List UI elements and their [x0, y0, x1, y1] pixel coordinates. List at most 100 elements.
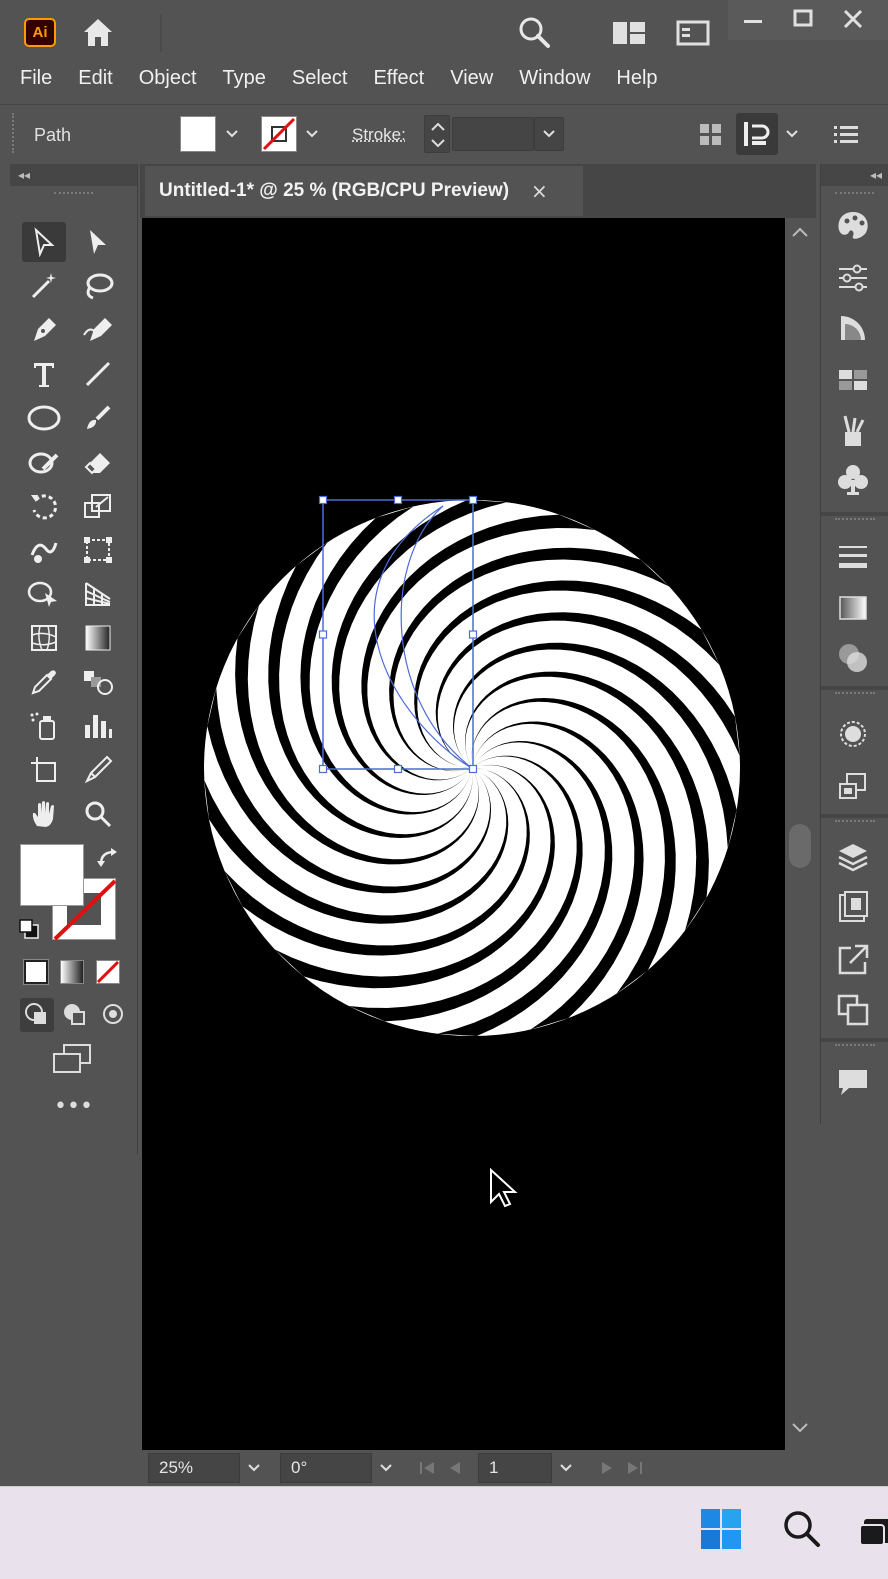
- windows-start-icon[interactable]: [699, 1507, 743, 1551]
- screen-mode-icon[interactable]: [50, 1042, 94, 1076]
- curvature-tool-icon[interactable]: [76, 310, 120, 350]
- selection-handle[interactable]: [320, 766, 327, 773]
- export-panel-icon[interactable]: [835, 942, 871, 978]
- artboards-panel-icon[interactable]: [835, 890, 871, 926]
- fill-swatch[interactable]: [180, 116, 216, 152]
- maximize-icon[interactable]: [792, 8, 814, 30]
- taskbar-search-icon[interactable]: [780, 1507, 824, 1551]
- canvas[interactable]: [142, 218, 785, 1450]
- menu-help[interactable]: Help: [616, 67, 657, 90]
- stroke-dropdown[interactable]: [298, 117, 326, 151]
- zoom-dropdown[interactable]: [240, 1451, 268, 1485]
- artboard-number-field[interactable]: 1: [478, 1453, 552, 1483]
- search-icon[interactable]: [516, 14, 552, 50]
- document-tab-close-icon[interactable]: ×: [531, 179, 548, 203]
- warp-tool-icon[interactable]: [22, 530, 66, 570]
- layers-panel-icon[interactable]: [835, 840, 871, 876]
- panel-dock-grip-4[interactable]: [835, 820, 875, 828]
- gradient-panel-icon[interactable]: [835, 590, 871, 626]
- pen-tool-icon[interactable]: [22, 310, 66, 350]
- panel-menu-icon[interactable]: [834, 123, 858, 145]
- eyedropper-tool-icon[interactable]: [22, 662, 66, 702]
- stroke-weight-dropdown[interactable]: [534, 117, 564, 151]
- shape-builder-tool-icon[interactable]: [22, 574, 66, 614]
- lasso-tool-icon[interactable]: [76, 266, 120, 306]
- close-icon[interactable]: [842, 8, 864, 30]
- menu-window[interactable]: Window: [519, 67, 590, 90]
- blend-tool-icon[interactable]: [76, 662, 120, 702]
- selection-handle[interactable]: [470, 766, 477, 773]
- mesh-tool-icon[interactable]: [22, 618, 66, 658]
- draw-behind-icon[interactable]: [58, 998, 92, 1032]
- stroke-label[interactable]: Stroke:: [352, 125, 406, 145]
- selection-handle[interactable]: [470, 631, 477, 638]
- gradient-tool-icon[interactable]: [76, 618, 120, 658]
- spiral-artwork[interactable]: [142, 218, 785, 1450]
- symbol-sprayer-tool-icon[interactable]: [22, 706, 66, 746]
- rotation-dropdown[interactable]: [372, 1451, 400, 1485]
- color-mode-icon[interactable]: [24, 960, 48, 984]
- selection-handle[interactable]: [395, 766, 402, 773]
- panel-dock-grip-5[interactable]: [835, 1044, 875, 1052]
- home-icon[interactable]: [80, 14, 116, 50]
- menu-view[interactable]: View: [450, 67, 493, 90]
- perspective-grid-tool-icon[interactable]: [76, 574, 120, 614]
- panel-dock-collapse[interactable]: ◂◂: [821, 164, 888, 186]
- symbols-panel-icon[interactable]: [835, 462, 871, 498]
- zoom-field[interactable]: 25%: [148, 1453, 240, 1483]
- hand-tool-icon[interactable]: [22, 794, 66, 834]
- align-dropdown[interactable]: [778, 117, 806, 151]
- artboard-tool-icon[interactable]: [22, 750, 66, 790]
- line-segment-tool-icon[interactable]: [76, 354, 120, 394]
- panel-dock-grip-3[interactable]: [835, 692, 875, 700]
- menu-select[interactable]: Select: [292, 67, 348, 90]
- zoom-tool-icon[interactable]: [76, 794, 120, 834]
- arrange-documents-icon[interactable]: [612, 20, 646, 46]
- align-to-icon[interactable]: [736, 113, 778, 155]
- artboard-dropdown[interactable]: [552, 1451, 580, 1485]
- selection-handle[interactable]: [470, 497, 477, 504]
- ellipse-tool-icon[interactable]: [22, 398, 66, 438]
- appearance-panel-icon[interactable]: [835, 716, 871, 752]
- column-graph-tool-icon[interactable]: [76, 706, 120, 746]
- stroke-weight-field[interactable]: [452, 117, 534, 151]
- free-transform-tool-icon[interactable]: [76, 530, 120, 570]
- recolor-icon[interactable]: [698, 119, 724, 149]
- tools-panel-grip[interactable]: [54, 192, 93, 200]
- color-guide-panel-icon[interactable]: [835, 310, 871, 346]
- comments-panel-icon[interactable]: [835, 1064, 871, 1100]
- transparency-panel-icon[interactable]: [835, 640, 871, 676]
- fill-dropdown[interactable]: [218, 117, 246, 151]
- stroke-weight-stepper[interactable]: [424, 115, 450, 153]
- first-artboard-icon[interactable]: [416, 1458, 438, 1478]
- type-tool-icon[interactable]: [22, 354, 66, 394]
- menu-effect[interactable]: Effect: [373, 67, 424, 90]
- brushes-panel-icon[interactable]: [835, 412, 871, 448]
- vertical-scrollbar[interactable]: [785, 218, 815, 1450]
- swap-fill-stroke-icon[interactable]: [96, 846, 122, 872]
- menu-object[interactable]: Object: [139, 67, 197, 90]
- pathfinder-panel-icon[interactable]: [835, 992, 871, 1028]
- eraser-tool-icon[interactable]: [76, 442, 120, 482]
- selection-handle[interactable]: [320, 497, 327, 504]
- gradient-mode-icon[interactable]: [60, 960, 84, 984]
- menu-file[interactable]: File: [20, 67, 52, 90]
- paintbrush-tool-icon[interactable]: [76, 398, 120, 438]
- shaper-tool-icon[interactable]: [22, 442, 66, 482]
- graphic-styles-panel-icon[interactable]: [835, 768, 871, 804]
- previous-artboard-icon[interactable]: [446, 1458, 464, 1478]
- swatches-panel-icon[interactable]: [835, 362, 871, 398]
- workspace-icon[interactable]: [676, 20, 710, 46]
- magic-wand-tool-icon[interactable]: [22, 266, 66, 306]
- slice-tool-icon[interactable]: [76, 750, 120, 790]
- none-mode-icon[interactable]: [96, 960, 120, 984]
- minimize-icon[interactable]: [742, 10, 764, 30]
- scroll-thumb[interactable]: [789, 824, 811, 868]
- tools-panel-collapse[interactable]: ◂◂: [10, 164, 137, 186]
- default-fill-stroke-icon[interactable]: [18, 918, 40, 940]
- panel-dock-grip-2[interactable]: [835, 518, 875, 526]
- menu-edit[interactable]: Edit: [78, 67, 112, 90]
- scroll-down-icon[interactable]: [789, 1420, 811, 1436]
- task-view-icon[interactable]: [858, 1509, 888, 1549]
- next-artboard-icon[interactable]: [598, 1458, 616, 1478]
